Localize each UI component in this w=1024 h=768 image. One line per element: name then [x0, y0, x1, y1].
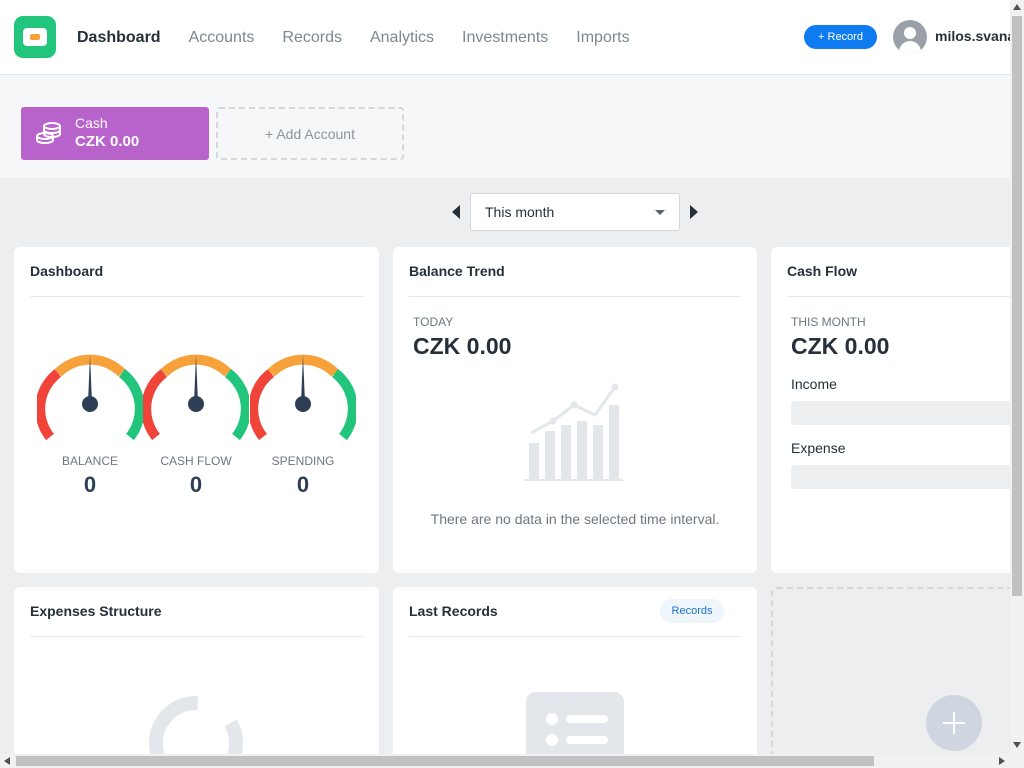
caption: TODAY [413, 315, 454, 329]
divider [30, 296, 363, 297]
expense-bar [791, 465, 1016, 489]
username[interactable]: milos.svana [935, 28, 1015, 44]
add-widget-plus-icon[interactable] [926, 695, 982, 751]
scroll-left-icon[interactable] [4, 757, 10, 765]
card-title: Balance Trend [409, 263, 505, 279]
period-select[interactable]: This month [470, 193, 680, 231]
gauge-value: 0 [83, 472, 97, 497]
account-name: Cash [75, 115, 108, 131]
caption: THIS MONTH [791, 315, 866, 329]
dashboard-card: Dashboard BALANCE 0 CASH FLOW 0 SPENDING… [14, 247, 379, 573]
horizontal-scroll-thumb[interactable] [16, 756, 874, 766]
main-nav: Dashboard Accounts Records Analytics Inv… [77, 0, 658, 75]
nav-investments[interactable]: Investments [462, 29, 548, 47]
balance-amount: CZK 0.00 [413, 333, 512, 359]
cash-flow-card: Cash Flow THIS MONTH CZK 0.00 Income Exp… [771, 247, 1016, 573]
gauge-label: CASH FLOW [160, 454, 232, 468]
gauge-value: 0 [296, 472, 310, 497]
divider [787, 296, 1016, 297]
card-title: Dashboard [30, 263, 104, 279]
gauge-value: 0 [189, 472, 203, 497]
cash-flow-gauge: CASH FLOW 0 [141, 351, 251, 497]
income-label: Income [791, 376, 837, 392]
records-link-button[interactable]: Records [660, 599, 724, 623]
bar-chart-empty-icon [525, 383, 623, 481]
vertical-scrollbar[interactable] [1010, 0, 1024, 768]
nav-analytics[interactable]: Analytics [370, 29, 434, 47]
empty-state-text: There are no data in the selected time i… [430, 511, 720, 527]
nav-imports[interactable]: Imports [576, 29, 629, 47]
income-bar [791, 401, 1016, 425]
horizontal-scrollbar[interactable] [0, 754, 1010, 768]
gauge-icon [248, 354, 358, 441]
divider [409, 636, 741, 637]
nav-records[interactable]: Records [282, 29, 342, 47]
account-card-cash[interactable]: Cash CZK 0.00 [21, 107, 209, 160]
expenses-structure-card: Expenses Structure [14, 587, 379, 768]
divider [409, 296, 741, 297]
balance-gauge: BALANCE 0 [35, 351, 145, 497]
nav-dashboard[interactable]: Dashboard [77, 29, 161, 47]
nav-accounts[interactable]: Accounts [189, 29, 255, 47]
next-period-chevron-right-icon[interactable] [690, 205, 698, 219]
account-balance: CZK 0.00 [75, 133, 140, 150]
wallet-logo-icon[interactable] [14, 16, 56, 58]
cash-flow-amount: CZK 0.00 [791, 333, 890, 359]
chevron-left-icon [452, 205, 460, 219]
divider [30, 636, 363, 637]
card-title: Cash Flow [787, 263, 858, 279]
gauge-label: SPENDING [271, 454, 335, 468]
balance-trend-card: Balance Trend TODAY CZK 0.00 There are n… [393, 247, 757, 573]
scroll-right-icon[interactable] [999, 757, 1005, 765]
gauge-label: BALANCE [61, 454, 119, 468]
add-account-button[interactable]: + Add Account [216, 107, 404, 160]
expense-label: Expense [791, 440, 846, 456]
vertical-scroll-thumb[interactable] [1012, 16, 1022, 596]
scroll-down-icon[interactable] [1013, 742, 1021, 748]
gauge-icon [141, 354, 251, 441]
user-avatar-icon[interactable] [893, 20, 927, 54]
prev-period-button[interactable] [446, 193, 460, 231]
chevron-down-icon [655, 210, 665, 215]
period-selected-value: This month [485, 204, 555, 220]
card-title: Expenses Structure [30, 603, 162, 619]
card-title: Last Records [409, 603, 498, 619]
coins-icon [36, 122, 61, 145]
last-records-card: Last Records Records [393, 587, 757, 768]
gauge-icon [35, 354, 145, 441]
scroll-up-icon[interactable] [1013, 4, 1021, 10]
spending-gauge: SPENDING 0 [248, 351, 358, 497]
add-record-button[interactable]: + Record [804, 25, 877, 49]
top-navigation-bar: Dashboard Accounts Records Analytics Inv… [0, 0, 1015, 75]
